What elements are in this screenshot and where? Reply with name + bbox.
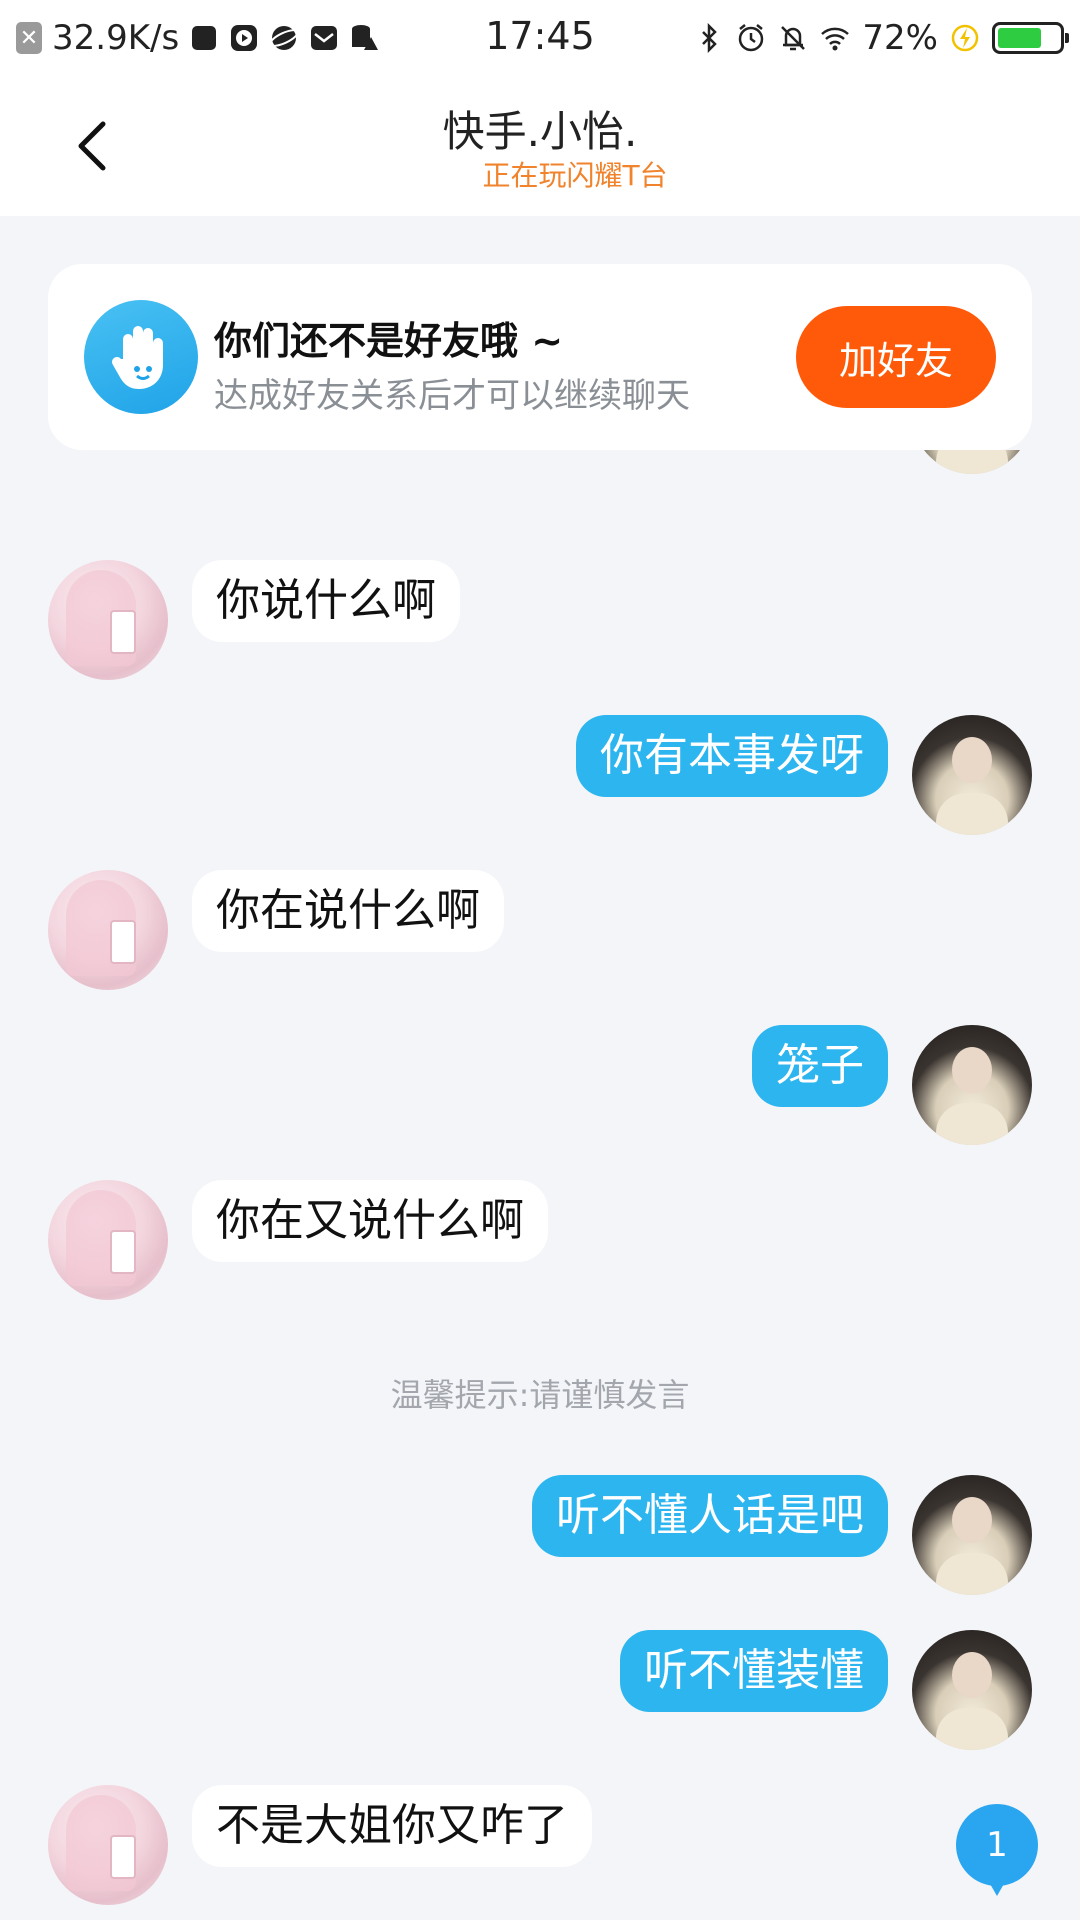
bluetooth-icon: [702, 23, 718, 53]
message-bubble-other[interactable]: 你说什么啊: [192, 560, 460, 642]
message-bubble-self[interactable]: 听不懂人话是吧: [532, 1475, 888, 1557]
charging-icon: [951, 24, 979, 52]
add-friend-button[interactable]: 加好友: [796, 306, 996, 408]
message-row-partial: [0, 450, 1080, 474]
message-row: 你在又说什么啊: [0, 1180, 1080, 1300]
status-right: 72%: [694, 14, 1069, 62]
status-bar: ✕ 32.9K/s 17:45 72%: [0, 0, 1080, 76]
mute-bell-icon: [781, 26, 806, 51]
self-avatar[interactable]: [912, 1475, 1032, 1595]
message-row: 你在说什么啊: [0, 870, 1080, 990]
friend-card-title: 你们还不是好友哦 ~: [214, 319, 564, 363]
message-bubble-self[interactable]: 听不懂装懂: [620, 1630, 888, 1712]
self-avatar[interactable]: [912, 1630, 1032, 1750]
message-row: 不是大姐你又咋了: [0, 1785, 1080, 1905]
other-avatar[interactable]: [48, 1785, 168, 1905]
message-bubble-other[interactable]: 你在说什么啊: [192, 870, 504, 952]
message-row: 听不懂装懂: [0, 1630, 1080, 1750]
nav-bar: 快手.小怡. 正在玩闪耀T台: [0, 76, 1080, 216]
message-bubble-self[interactable]: 笼子: [752, 1025, 888, 1107]
self-avatar[interactable]: [912, 715, 1032, 835]
other-avatar[interactable]: [48, 870, 168, 990]
chat-title: 快手.小怡.: [442, 107, 638, 156]
hand-wave-icon: [84, 300, 198, 414]
chat-subtitle: 正在玩闪耀T台: [482, 159, 668, 192]
alarm-icon: [739, 24, 764, 52]
battery-icon: [992, 22, 1069, 54]
safety-tip: 温馨提示:请谨慎发言: [390, 1376, 690, 1414]
other-avatar[interactable]: [48, 1180, 168, 1300]
message-row: 笼子: [0, 1025, 1080, 1145]
friend-card-description: 达成好友关系后才可以继续聊天: [214, 376, 690, 416]
message-bubble-self[interactable]: 你有本事发呀: [576, 715, 888, 797]
self-avatar[interactable]: [912, 1025, 1032, 1145]
message-bubble-other[interactable]: 你在又说什么啊: [192, 1180, 548, 1262]
other-avatar[interactable]: [48, 560, 168, 680]
message-row: 听不懂人话是吧: [0, 1475, 1080, 1595]
unread-count-badge[interactable]: 1: [956, 1804, 1038, 1896]
message-row: 你说什么啊: [0, 560, 1080, 680]
message-bubble-other[interactable]: 不是大姐你又咋了: [192, 1785, 592, 1867]
wifi-icon: [821, 27, 850, 51]
self-avatar[interactable]: [912, 450, 1032, 474]
friend-request-card: 你们还不是好友哦 ~ 达成好友关系后才可以继续聊天 加好友: [48, 264, 1032, 450]
chat-list[interactable]: 你说什么啊 你有本事发呀 你在说什么啊 笼子 你在又说什么啊 温馨提示:请谨慎发…: [0, 450, 1080, 1920]
message-row: 你有本事发呀: [0, 715, 1080, 835]
battery-percent: 72%: [862, 18, 938, 58]
